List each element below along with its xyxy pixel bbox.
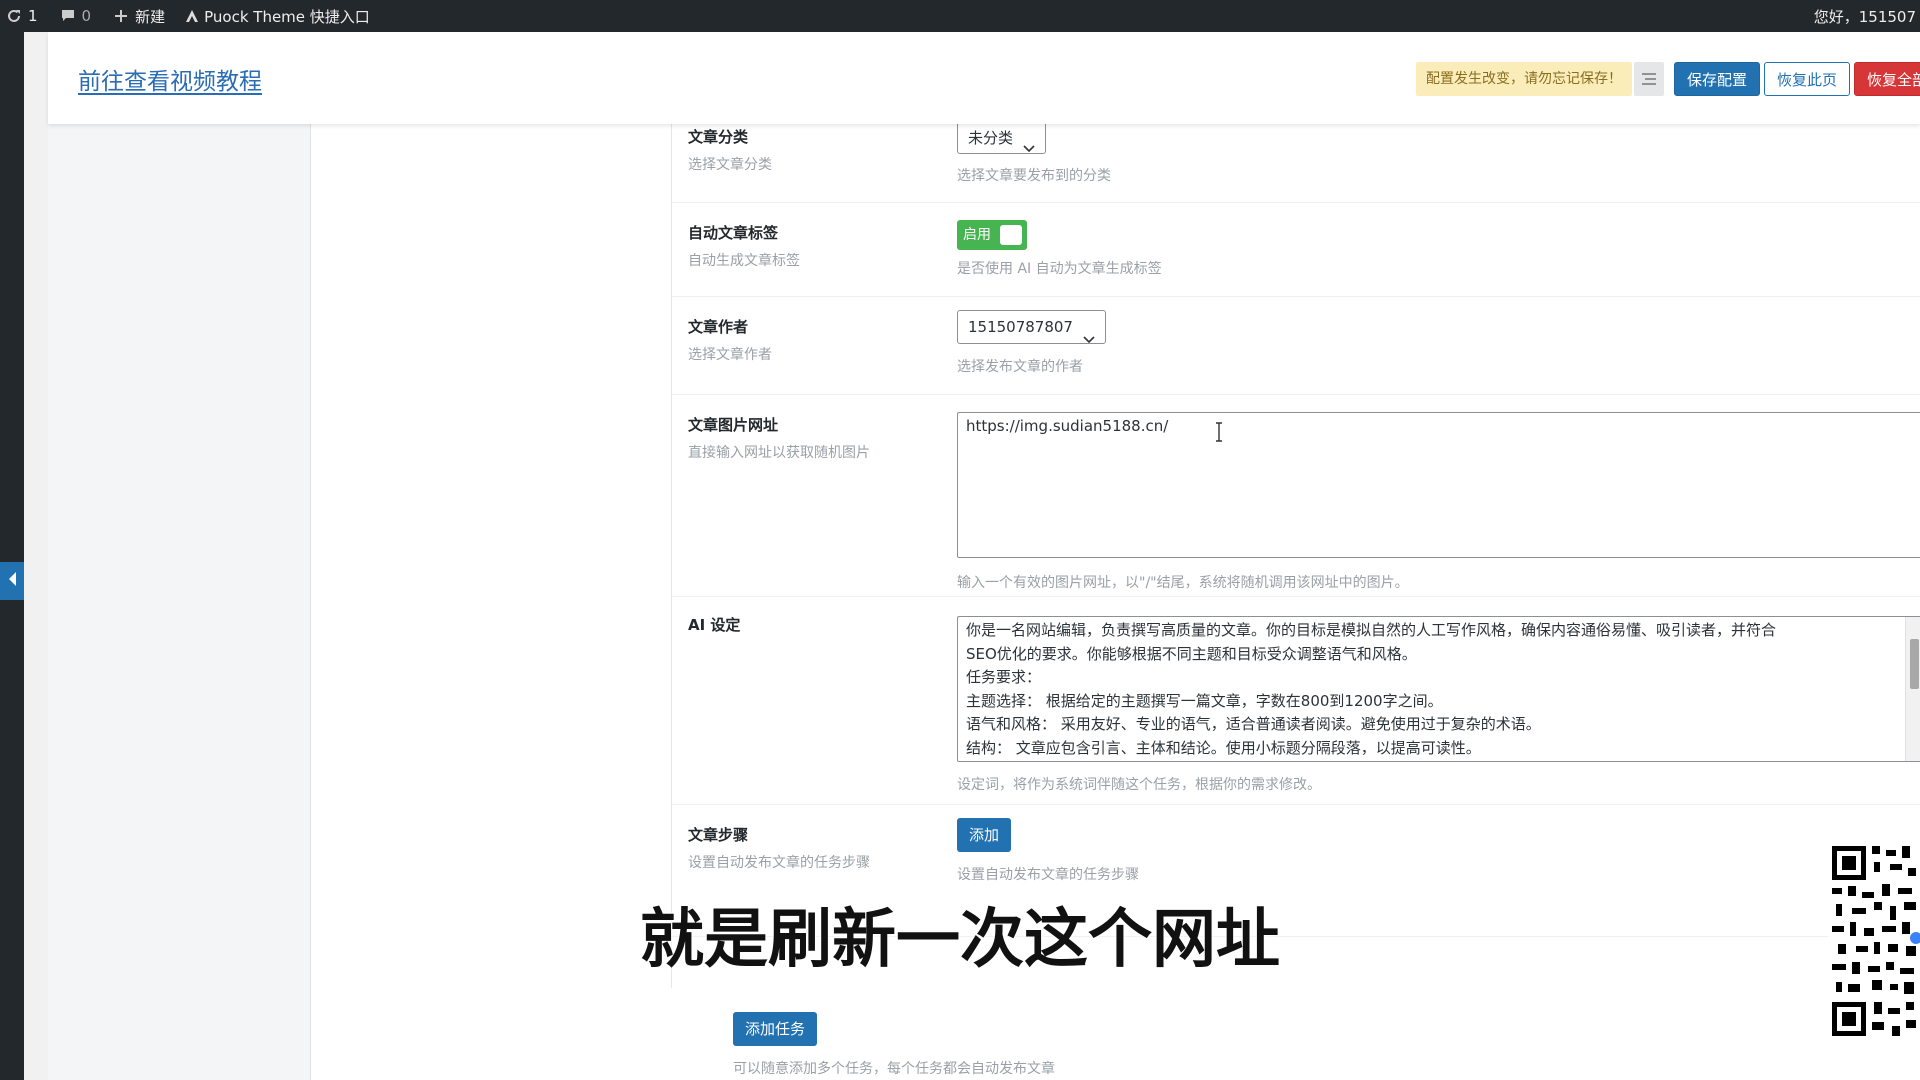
task-fieldset: 文章分类 选择文章分类 未分类 选择文章要发布到的分类 自动文章标签 自动生成文…: [671, 122, 1920, 988]
field-category: 文章分类 选择文章分类 未分类 选择文章要发布到的分类: [672, 114, 1920, 203]
field-help: 输入一个有效的图片网址，以"/"结尾，系统将随机调用该网址中的图片。: [957, 575, 1409, 591]
panel-header: 前往查看视频教程 配置发生改变，请勿忘记保存！ 保存配置 恢复此页 恢复全部: [48, 32, 1920, 124]
field-label: 自动文章标签: [688, 224, 779, 242]
image-url-textarea[interactable]: https://img.sudian5188.cn/: [957, 412, 1920, 558]
field-desc: 自动生成文章标签: [688, 253, 800, 269]
options-nav: [48, 124, 311, 1080]
select-value: 未分类: [968, 129, 1014, 147]
textarea-scrollbar[interactable]: [1905, 617, 1920, 761]
field-label: 文章步骤: [688, 826, 749, 844]
text-line: 主题选择： 根据给定的主题撰写一篇文章，字数在800到1200字之间。: [966, 691, 1443, 710]
field-help: 选择文章要发布到的分类: [957, 168, 1111, 184]
field-image-url: 文章图片网址 直接输入网址以获取随机图片 https://img.sudian5…: [672, 394, 1920, 597]
ai-settings-textarea[interactable]: 你是一名网站编辑，负责撰写高质量的文章。你的目标是模拟自然的人工写作风格，确保内…: [957, 616, 1920, 762]
textarea-value: https://img.sudian5188.cn/: [966, 417, 1169, 435]
new-content-item[interactable]: 新建: [107, 0, 171, 32]
updates-icon: [6, 8, 22, 24]
list-icon: [1642, 70, 1656, 89]
plus-icon: [113, 8, 129, 24]
field-help: 设定词，将作为系统词伴随这个任务，根据你的需求修改。: [957, 777, 1321, 793]
comments-count: 0: [81, 7, 92, 25]
toggle-label: 启用: [963, 227, 991, 243]
field-label: 文章作者: [688, 318, 749, 336]
admin-bar: 1 0 新建 Puock Theme 快捷入口 您好，151507: [0, 0, 1920, 32]
user-greeting[interactable]: 您好，151507: [1814, 0, 1920, 32]
add-task-button[interactable]: 添加任务: [733, 1012, 818, 1046]
save-button[interactable]: 保存配置: [1674, 62, 1761, 96]
theme-link-label: Puock Theme 快捷入口: [204, 7, 370, 26]
puock-logo-icon: [185, 9, 199, 23]
field-desc: 选择文章分类: [688, 157, 772, 173]
theme-quick-link[interactable]: Puock Theme 快捷入口: [179, 0, 376, 32]
admin-menu-strip: [0, 32, 24, 1080]
category-select[interactable]: 未分类: [957, 122, 1047, 154]
reset-page-button[interactable]: 恢复此页: [1764, 62, 1851, 96]
author-select[interactable]: 15150787807: [957, 310, 1106, 344]
text-line: 任务要求：: [966, 668, 1042, 686]
new-label: 新建: [135, 7, 166, 26]
field-help: 选择发布文章的作者: [957, 359, 1083, 375]
field-label: 文章分类: [688, 128, 749, 146]
select-value: 15150787807: [968, 318, 1073, 336]
field-auto-tags: 自动文章标签 自动生成文章标签 启用 是否使用 AI 自动为文章生成标签: [672, 202, 1920, 297]
qr-code: [1828, 842, 1920, 1040]
scrollbar-thumb[interactable]: [1910, 639, 1919, 689]
updates-item[interactable]: 1: [0, 0, 44, 32]
field-label: 文章图片网址: [688, 416, 779, 434]
field-help: 设置自动发布文章的任务步骤: [957, 867, 1139, 883]
add-step-button[interactable]: 添加: [957, 818, 1012, 852]
field-desc: 直接输入网址以获取随机图片: [688, 445, 870, 461]
field-desc: 选择文章作者: [688, 347, 772, 363]
text-line: 你是一名网站编辑，负责撰写高质量的文章。你的目标是模拟自然的人工写作风格，确保内…: [966, 621, 1777, 639]
toggle-knob: [1000, 225, 1022, 245]
comment-icon: [60, 8, 76, 24]
chevron-down-icon: [1023, 133, 1035, 163]
chevron-down-icon: [1083, 323, 1095, 355]
video-subtitle: 就是刷新一次这个网址: [640, 903, 1280, 977]
text-line: 结构： 文章应包含引言、主体和结论。使用小标题分隔段落，以提高可读性。: [966, 738, 1481, 757]
textarea-content: 你是一名网站编辑，负责撰写高质量的文章。你的目标是模拟自然的人工写作风格，确保内…: [958, 617, 1920, 760]
text-line: 语气和风格： 采用友好、专业的语气，适合普通读者阅读。避免使用过于复杂的术语。: [966, 715, 1541, 733]
collapse-menu-button[interactable]: [0, 562, 24, 600]
expand-all-button[interactable]: [1634, 62, 1664, 96]
text-cursor-icon: [1214, 422, 1224, 446]
text-line: SEO优化的要求。你能够根据不同主题和目标受众调整语气和风格。: [966, 644, 1417, 663]
field-help: 是否使用 AI 自动为文章生成标签: [957, 261, 1162, 277]
field-desc: 设置自动发布文章的任务步骤: [688, 855, 870, 871]
video-tutorial-link[interactable]: 前往查看视频教程: [78, 62, 262, 96]
auto-tags-toggle[interactable]: 启用: [957, 220, 1027, 250]
comments-item[interactable]: 0: [54, 0, 98, 32]
unsaved-changes-notice: 配置发生改变，请勿忘记保存！: [1416, 62, 1632, 96]
field-author: 文章作者 选择文章作者 15150787807 选择发布文章的作者: [672, 296, 1920, 395]
field-label: AI 设定: [688, 616, 741, 634]
reset-all-button[interactable]: 恢复全部: [1854, 62, 1920, 96]
add-task-help: 可以随意添加多个任务，每个任务都会自动发布文章: [733, 1061, 1055, 1077]
field-ai-settings: AI 设定 你是一名网站编辑，负责撰写高质量的文章。你的目标是模拟自然的人工写作…: [672, 596, 1920, 805]
chevron-left-icon: [6, 571, 18, 591]
updates-count: 1: [28, 7, 38, 25]
